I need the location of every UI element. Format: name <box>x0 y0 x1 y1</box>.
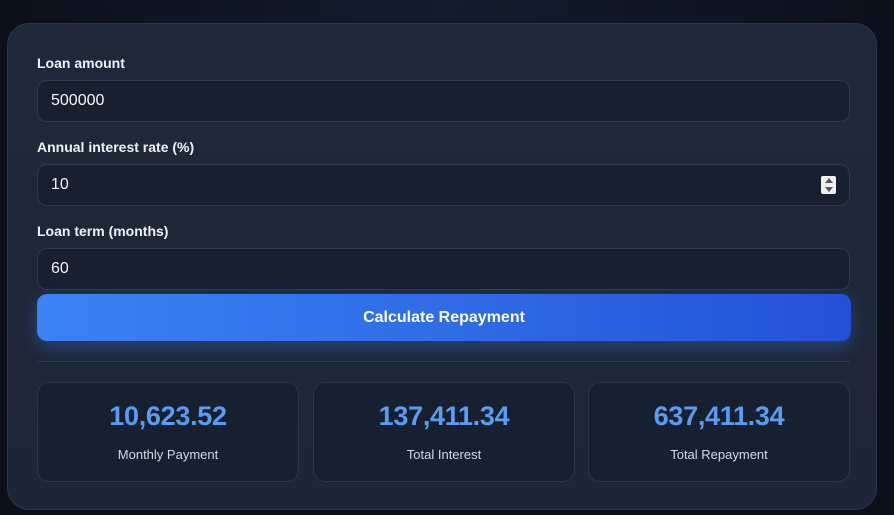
total-repayment-caption: Total Repayment <box>670 447 768 462</box>
divider <box>37 361 850 362</box>
interest-rate-label: Annual interest rate (%) <box>37 139 195 155</box>
monthly-payment-value: 10,623.52 <box>109 401 227 431</box>
spinner-down-icon[interactable] <box>824 187 833 192</box>
total-repayment-value: 637,411.34 <box>653 401 785 431</box>
loan-term-field[interactable] <box>37 248 850 290</box>
loan-amount-field[interactable] <box>37 80 850 122</box>
monthly-payment-card: 10,623.52 Monthly Payment <box>37 382 299 482</box>
loan-amount-input[interactable] <box>51 81 836 121</box>
total-interest-value: 137,411.34 <box>378 401 510 431</box>
interest-rate-field[interactable] <box>37 164 850 206</box>
loan-calculator-card: Loan amount Annual interest rate (%) Loa… <box>7 23 877 510</box>
spinner-up-icon[interactable] <box>824 178 833 183</box>
loan-term-label: Loan term (months) <box>37 223 169 239</box>
interest-rate-input[interactable] <box>51 165 836 205</box>
calculate-repayment-button[interactable]: Calculate Repayment <box>37 294 851 341</box>
loan-term-input[interactable] <box>51 249 836 289</box>
total-repayment-card: 637,411.34 Total Repayment <box>588 382 850 482</box>
page: Loan amount Annual interest rate (%) Loa… <box>0 0 894 515</box>
loan-amount-label: Loan amount <box>37 55 125 71</box>
monthly-payment-caption: Monthly Payment <box>117 447 219 462</box>
total-interest-card: 137,411.34 Total Interest <box>313 382 575 482</box>
total-interest-caption: Total Interest <box>406 447 482 462</box>
number-spinner[interactable] <box>821 176 836 194</box>
